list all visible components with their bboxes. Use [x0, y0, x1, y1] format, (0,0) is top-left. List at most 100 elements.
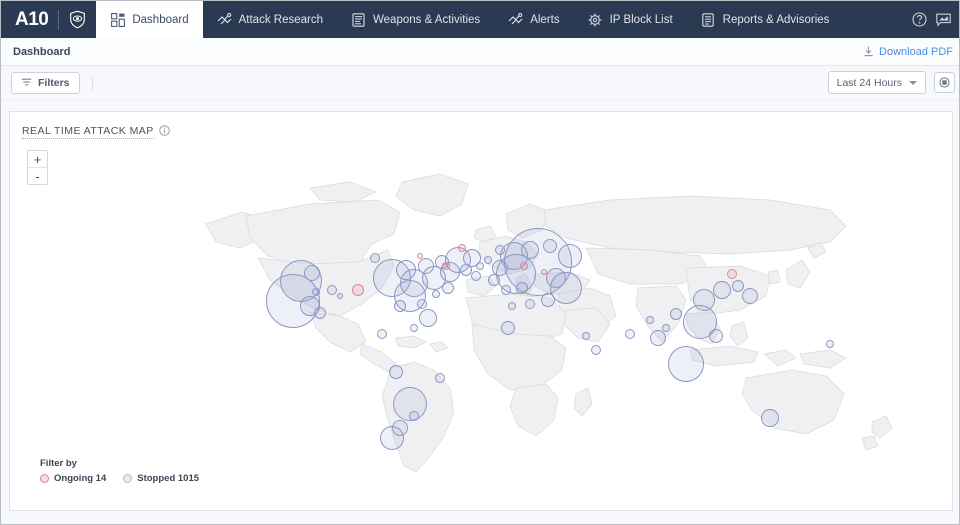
breadcrumb: Dashboard [13, 45, 71, 58]
attack-bubble-stopped[interactable] [312, 288, 320, 296]
attack-bubble-stopped[interactable] [693, 289, 715, 311]
attack-bubble-stopped[interactable] [389, 365, 403, 379]
attack-bubble-stopped[interactable] [525, 299, 535, 309]
filters-label: Filters [38, 76, 70, 89]
attack-bubble-stopped[interactable] [501, 321, 515, 335]
toolbar-divider [91, 75, 93, 90]
tab-reports-advisories[interactable]: Reports & Advisories [687, 1, 844, 38]
filters-button[interactable]: Filters [11, 71, 80, 94]
attack-bubble-stopped[interactable] [484, 256, 492, 264]
attack-bubble-stopped[interactable] [380, 426, 404, 450]
map-legend: Filter by Ongoing 14 Stopped 1015 [40, 458, 199, 484]
zoom-out-button[interactable]: - [28, 168, 47, 184]
attack-bubble-stopped[interactable] [419, 309, 437, 327]
chevron-down-icon [909, 80, 917, 85]
attack-bubble-stopped[interactable] [582, 332, 590, 340]
tab-weapons-activities[interactable]: Weapons & Activities [337, 1, 494, 38]
attack-bubble-stopped[interactable] [742, 288, 758, 304]
attack-bubble-stopped[interactable] [327, 285, 337, 295]
tab-attack-research[interactable]: Attack Research [203, 1, 337, 38]
alerts-icon [508, 12, 523, 27]
tab-label: Attack Research [238, 13, 323, 26]
tab-dashboard[interactable]: Dashboard [96, 1, 203, 38]
attack-bubbles-layer [10, 138, 954, 476]
download-pdf-link[interactable]: Download PDF [863, 38, 953, 65]
attack-bubble-stopped[interactable] [761, 409, 779, 427]
attack-bubble-stopped[interactable] [488, 274, 500, 286]
a10-wordmark: A10 [15, 8, 49, 30]
attack-bubble-stopped[interactable] [394, 300, 406, 312]
attack-bubble-ongoing[interactable] [458, 244, 466, 252]
attack-bubble-stopped[interactable] [709, 329, 723, 343]
tab-label: Dashboard [132, 13, 189, 26]
legend-item-ongoing[interactable]: Ongoing 14 [40, 473, 106, 484]
tab-label: IP Block List [609, 13, 673, 26]
gear-icon [588, 12, 603, 27]
tab-alerts[interactable]: Alerts [494, 1, 573, 38]
attack-bubble-stopped[interactable] [670, 308, 682, 320]
download-icon [864, 46, 873, 57]
attack-bubble-stopped[interactable] [826, 340, 834, 348]
legend-label: Stopped 1015 [137, 473, 200, 484]
attack-bubble-stopped[interactable] [662, 324, 670, 332]
attack-bubble-ongoing[interactable] [442, 262, 450, 270]
attack-bubble-stopped[interactable] [625, 329, 635, 339]
download-pdf-label: Download PDF [879, 45, 953, 58]
attack-bubble-stopped[interactable] [370, 253, 380, 263]
attack-bubble-stopped[interactable] [435, 373, 445, 383]
settings-button[interactable] [934, 72, 955, 93]
attack-bubble-ongoing[interactable] [541, 269, 547, 275]
dashboard-grid-icon [110, 12, 125, 27]
attack-bubble-stopped[interactable] [476, 262, 484, 270]
attack-bubble-stopped[interactable] [495, 245, 505, 255]
attack-bubble-ongoing[interactable] [417, 253, 423, 259]
time-range-value: Last 24 Hours [836, 76, 902, 89]
attack-bubble-stopped[interactable] [713, 281, 731, 299]
nav-tabs: Dashboard Attack Research Weapons & Acti… [96, 1, 843, 38]
settings-icon [939, 77, 950, 88]
attack-bubble-stopped[interactable] [516, 282, 528, 294]
legend-heading: Filter by [40, 458, 77, 469]
attack-bubble-stopped[interactable] [646, 316, 654, 324]
time-range-dropdown[interactable]: Last 24 Hours [827, 71, 926, 94]
attack-bubble-stopped[interactable] [668, 346, 704, 382]
help-icon[interactable] [912, 12, 927, 27]
attack-bubble-stopped[interactable] [304, 265, 320, 281]
attack-bubble-stopped[interactable] [417, 299, 427, 309]
attack-bubble-stopped[interactable] [337, 293, 343, 299]
brand-divider [58, 9, 60, 30]
legend-item-stopped[interactable]: Stopped 1015 [123, 473, 199, 484]
attack-bubble-stopped[interactable] [732, 280, 744, 292]
legend-items: Ongoing 14 Stopped 1015 [40, 473, 199, 484]
filter-toolbar: Filters Last 24 Hours [1, 66, 959, 100]
attack-bubble-ongoing[interactable] [520, 262, 528, 270]
attack-bubble-ongoing[interactable] [352, 284, 364, 296]
filter-toolbar-right: Last 24 Hours [827, 66, 955, 99]
attack-bubble-stopped[interactable] [541, 293, 555, 307]
card-title: REAL TIME ATTACK MAP [22, 125, 154, 139]
brand-logo[interactable]: A10 [1, 1, 86, 38]
tab-ip-block-list[interactable]: IP Block List [574, 1, 687, 38]
attack-bubble-stopped[interactable] [650, 330, 666, 346]
zoom-in-button[interactable]: + [28, 151, 47, 168]
attack-bubble-stopped[interactable] [409, 411, 419, 421]
tab-label: Alerts [530, 13, 560, 26]
attack-bubble-stopped[interactable] [591, 345, 601, 355]
attack-bubble-stopped[interactable] [410, 324, 418, 332]
attack-bubble-stopped[interactable] [377, 329, 387, 339]
attack-bubble-ongoing[interactable] [727, 269, 737, 279]
breadcrumb-bar: Dashboard Download PDF [1, 38, 959, 66]
world-attack-map[interactable] [10, 138, 954, 476]
attack-research-icon [217, 12, 232, 27]
legend-label: Ongoing 14 [54, 473, 107, 484]
attack-bubble-stopped[interactable] [501, 285, 511, 295]
attack-bubble-stopped[interactable] [314, 307, 326, 319]
real-time-attack-map-card: REAL TIME ATTACK MAP + - Filter by Ongoi… [9, 111, 953, 511]
attack-bubble-stopped[interactable] [442, 282, 454, 294]
feedback-icon[interactable] [936, 13, 951, 27]
stopped-status-dot [123, 474, 133, 483]
attack-bubble-stopped[interactable] [508, 302, 516, 310]
attack-bubble-stopped[interactable] [432, 290, 440, 298]
ongoing-status-dot [40, 474, 49, 483]
attack-bubble-stopped[interactable] [471, 271, 481, 281]
